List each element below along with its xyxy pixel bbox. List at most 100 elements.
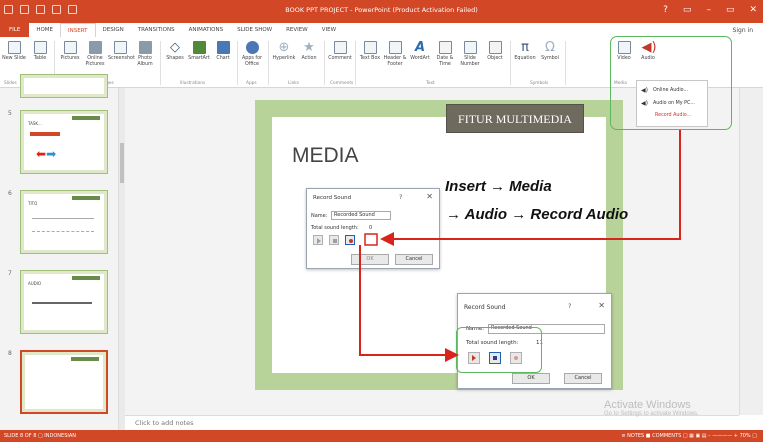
group-label-text: Text	[426, 81, 435, 86]
slide-thumbnail-6[interactable]: TITO	[20, 190, 108, 254]
dialog-help-button[interactable]: ?	[568, 302, 571, 310]
play-icon	[317, 238, 321, 244]
menu-item-audio-on-my-pc[interactable]: ◀) Audio on My PC...	[641, 100, 695, 107]
dialog-close-icon[interactable]: ✕	[598, 301, 605, 310]
tab-insert[interactable]: INSERT	[60, 23, 96, 37]
stop-icon	[333, 239, 337, 243]
symbol-icon: Ω	[545, 40, 555, 55]
tab-home[interactable]: HOME	[29, 23, 60, 37]
table-icon	[33, 41, 47, 54]
slide-thumbnail-7[interactable]: AUDIO	[20, 270, 108, 334]
shapes-button[interactable]: ◇ Shapes	[163, 41, 187, 79]
cancel-button[interactable]: Cancel	[395, 254, 433, 265]
slide-thumbnail-5[interactable]: TASK... ⬅➡	[20, 110, 108, 174]
notes-pane[interactable]: Click to add notes	[125, 415, 739, 430]
group-label-links: Links	[288, 81, 300, 86]
title-bar: BOOK PPT PROJECT - PowerPoint (Product A…	[0, 0, 763, 23]
thumbnail-scrollbar[interactable]	[118, 88, 125, 430]
action-icon: ★	[303, 40, 315, 55]
group-label-symbols: Symbols	[530, 81, 549, 86]
smartart-button[interactable]: SmartArt	[187, 41, 211, 79]
text-box-button[interactable]: Text Box	[358, 41, 382, 79]
object-button[interactable]: Object	[483, 41, 507, 79]
object-icon	[488, 41, 502, 54]
slide-tag: FITUR MULTIMEDIA	[446, 104, 584, 133]
record-button[interactable]	[345, 235, 355, 245]
comment-icon	[333, 41, 347, 54]
editor-scrollbar[interactable]	[739, 88, 763, 415]
record-sound-dialog-initial: Record Sound ? ✕ Name: Recorded Sound To…	[306, 188, 440, 269]
audio-pc-icon: ◀)	[641, 100, 648, 107]
group-label-apps: Apps	[246, 81, 257, 86]
slide-title[interactable]: MEDIA	[292, 144, 359, 168]
date-time-icon	[438, 41, 452, 54]
maximize-icon[interactable]: ▭	[726, 5, 735, 15]
slide-thumbnail-partial[interactable]	[20, 74, 108, 98]
stop-button[interactable]	[329, 235, 339, 245]
shapes-icon: ◇	[170, 40, 180, 55]
wordart-button[interactable]: A WordArt	[408, 41, 432, 79]
window-controls: ? ▭ – ▭ ✕	[663, 5, 757, 15]
group-label-comments: Comments	[330, 81, 354, 86]
sound-length-label: Total sound length:	[311, 225, 359, 231]
close-icon[interactable]: ✕	[749, 5, 757, 15]
hyperlink-button[interactable]: ⊕ Hyperlink	[272, 41, 296, 79]
cancel-button[interactable]: Cancel	[564, 373, 602, 384]
tab-transitions[interactable]: TRANSITIONS	[131, 23, 182, 37]
date-time-button[interactable]: Date & Time	[433, 41, 457, 79]
tab-view[interactable]: VIEW	[315, 23, 343, 37]
controls-highlight-box	[456, 327, 542, 373]
group-label-illustrations: Illustrations	[180, 81, 206, 86]
apps-icon	[245, 41, 259, 54]
tab-review[interactable]: REVIEW	[279, 23, 315, 37]
tab-design[interactable]: DESIGN	[96, 23, 131, 37]
menu-item-record-audio[interactable]: Record Audio...	[655, 113, 691, 118]
tab-file[interactable]: FILE	[0, 23, 30, 37]
slide-number-button[interactable]: Slide Number	[458, 41, 482, 79]
slide-thumbnail-pane: 5 TASK... ⬅➡ 6 TITO 7 AUDIO 8	[0, 74, 118, 430]
status-right: ≡ NOTES ■ COMMENTS □ ▦ ▣ ▤ – ———— + 70% …	[621, 433, 757, 439]
name-input[interactable]: Recorded Sound	[331, 211, 391, 220]
chart-button[interactable]: Chart	[211, 41, 235, 79]
action-button[interactable]: ★ Action	[297, 41, 321, 79]
equation-icon: π	[521, 40, 529, 55]
header-footer-button[interactable]: Header & Footer	[383, 41, 407, 79]
menu-item-online-audio[interactable]: ◀) Online Audio...	[641, 87, 688, 94]
ok-button[interactable]: OK	[351, 254, 389, 265]
record-icon	[349, 239, 353, 243]
online-pictures-icon	[88, 41, 102, 54]
slide-number-7: 7	[8, 270, 12, 277]
apps-for-office-button[interactable]: Apps for Office	[240, 41, 264, 79]
slide-thumbnail-8[interactable]	[20, 350, 108, 414]
hyperlink-icon: ⊕	[278, 40, 290, 55]
annotation-line-2: → Audio → Record Audio	[446, 206, 629, 223]
symbol-button[interactable]: Ω Symbol	[538, 41, 562, 79]
chart-icon	[216, 41, 230, 54]
activation-watermark: Activate Windows Go to Settings to activ…	[604, 399, 699, 417]
comment-button[interactable]: Comment	[328, 41, 352, 79]
name-label: Name:	[311, 213, 328, 219]
ribbon-display-icon[interactable]: ▭	[683, 5, 692, 15]
sign-in-link[interactable]: Sign in	[733, 27, 753, 34]
play-button[interactable]	[313, 235, 323, 245]
dialog-help-button[interactable]: ?	[399, 193, 402, 201]
slide-number-5: 5	[8, 110, 12, 117]
new-slide-icon	[7, 41, 21, 54]
slide-number-6: 6	[8, 190, 12, 197]
minimize-icon[interactable]: –	[706, 5, 711, 15]
status-bar: SLIDE 8 OF 8 □ INDONESIAN ≡ NOTES ■ COMM…	[0, 430, 763, 442]
screenshot-button[interactable]: Screenshot	[108, 41, 135, 79]
help-icon[interactable]: ?	[663, 5, 668, 15]
tab-slide-show[interactable]: SLIDE SHOW	[230, 23, 279, 37]
text-box-icon	[363, 41, 377, 54]
screenshot-icon	[113, 41, 127, 54]
status-left: SLIDE 8 OF 8 □ INDONESIAN	[4, 433, 76, 439]
dialog-title: Record Sound	[464, 304, 506, 311]
smartart-icon	[192, 41, 206, 54]
audio-dropdown-menu: ◀) Online Audio... ◀) Audio on My PC... Re…	[636, 80, 708, 127]
equation-button[interactable]: π Equation	[513, 41, 537, 79]
tab-animations[interactable]: ANIMATIONS	[182, 23, 231, 37]
ok-button[interactable]: OK	[512, 373, 550, 384]
photo-album-button[interactable]: Photo Album	[133, 41, 157, 79]
dialog-close-icon[interactable]: ✕	[426, 192, 433, 201]
